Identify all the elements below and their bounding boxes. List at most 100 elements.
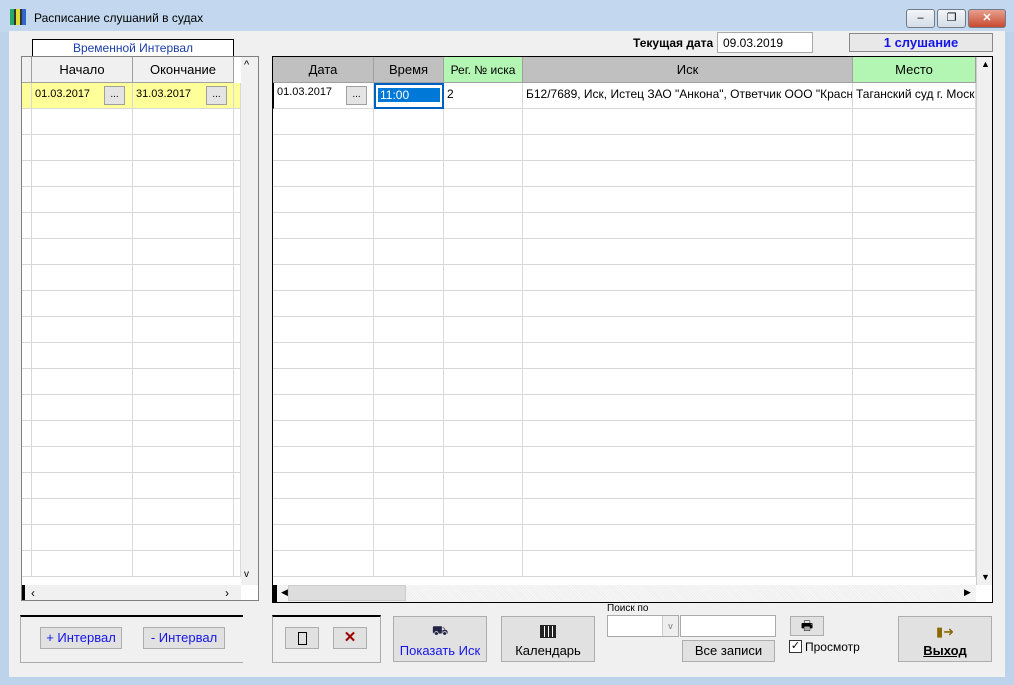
row-indicator[interactable] xyxy=(22,447,32,473)
col-date-header[interactable]: Дата xyxy=(273,57,374,83)
cell-place[interactable] xyxy=(853,421,976,447)
cell-place[interactable] xyxy=(853,551,976,577)
cell-regno[interactable] xyxy=(444,525,523,551)
interval-start-cell[interactable] xyxy=(32,213,133,239)
cell-date[interactable] xyxy=(273,239,374,265)
cell-regno[interactable] xyxy=(444,135,523,161)
cell-time[interactable] xyxy=(374,135,444,161)
cell-date[interactable] xyxy=(273,447,374,473)
interval-end-cell[interactable] xyxy=(133,265,234,291)
hearings-vscrollbar[interactable]: ▲ ▼ xyxy=(976,57,992,585)
cell-regno[interactable] xyxy=(444,395,523,421)
interval-end-cell[interactable] xyxy=(133,395,234,421)
cell-time[interactable] xyxy=(374,239,444,265)
interval-end-cell[interactable] xyxy=(133,291,234,317)
cell-place[interactable] xyxy=(853,187,976,213)
cell-regno[interactable] xyxy=(444,473,523,499)
cell-regno[interactable] xyxy=(444,343,523,369)
minimize-button[interactable]: – xyxy=(906,9,935,28)
cell-regno[interactable] xyxy=(444,499,523,525)
interval-end-cell[interactable] xyxy=(133,473,234,499)
cell-place[interactable] xyxy=(853,499,976,525)
cell-time[interactable] xyxy=(374,499,444,525)
cell-regno[interactable] xyxy=(444,213,523,239)
interval-end-cell[interactable] xyxy=(133,369,234,395)
cell-date[interactable] xyxy=(273,135,374,161)
scroll-left-icon[interactable]: ‹ xyxy=(31,586,35,600)
interval-vscrollbar[interactable]: ^ v xyxy=(241,57,258,585)
interval-start-cell[interactable] xyxy=(32,499,133,525)
search-input[interactable] xyxy=(680,615,776,637)
cell-date[interactable] xyxy=(273,551,374,577)
cell-claim[interactable]: Б12/7689, Иск, Истец ЗАО "Анкона", Ответ… xyxy=(523,83,853,109)
cell-regno[interactable] xyxy=(444,239,523,265)
cell-time[interactable] xyxy=(374,369,444,395)
cell-date[interactable] xyxy=(273,395,374,421)
cell-date[interactable] xyxy=(273,499,374,525)
row-indicator[interactable] xyxy=(22,213,32,239)
interval-start-cell[interactable] xyxy=(32,343,133,369)
cell-claim[interactable] xyxy=(523,213,853,239)
interval-start-cell[interactable] xyxy=(32,187,133,213)
cell-time[interactable] xyxy=(374,109,444,135)
interval-end-cell[interactable] xyxy=(133,135,234,161)
hscroll-thumb[interactable] xyxy=(288,585,406,601)
add-interval-button[interactable]: + Интервал xyxy=(40,627,122,649)
cell-date[interactable] xyxy=(273,187,374,213)
cell-time[interactable] xyxy=(374,551,444,577)
cell-date[interactable] xyxy=(273,161,374,187)
cell-date[interactable] xyxy=(273,213,374,239)
interval-hscrollbar[interactable]: ‹ › xyxy=(22,585,241,600)
cell-place[interactable]: Таганский суд г. Москвы xyxy=(853,83,976,109)
interval-end-cell[interactable] xyxy=(133,187,234,213)
cell-time[interactable] xyxy=(374,447,444,473)
remove-interval-button[interactable]: - Интервал xyxy=(143,627,225,649)
row-indicator[interactable] xyxy=(22,499,32,525)
cell-regno[interactable] xyxy=(444,187,523,213)
interval-end-cell[interactable] xyxy=(133,213,234,239)
cell-regno[interactable] xyxy=(444,317,523,343)
cell-claim[interactable] xyxy=(523,473,853,499)
row-indicator[interactable] xyxy=(22,395,32,421)
cell-claim[interactable] xyxy=(523,525,853,551)
col-end-header[interactable]: Окончание xyxy=(133,57,234,83)
row-indicator[interactable] xyxy=(22,265,32,291)
interval-start-cell[interactable] xyxy=(32,161,133,187)
cell-place[interactable] xyxy=(853,395,976,421)
cell-place[interactable] xyxy=(853,265,976,291)
cell-time[interactable] xyxy=(374,343,444,369)
cell-date[interactable] xyxy=(273,473,374,499)
row-indicator[interactable] xyxy=(22,551,32,577)
interval-end-cell[interactable] xyxy=(133,343,234,369)
scroll-down-icon[interactable]: ▼ xyxy=(981,572,990,582)
date-picker-button[interactable]: ... xyxy=(346,86,367,105)
time-edit-value[interactable]: 11:00 xyxy=(378,88,440,102)
cell-claim[interactable] xyxy=(523,135,853,161)
interval-start-cell[interactable] xyxy=(32,369,133,395)
search-field-select[interactable]: v xyxy=(607,615,679,637)
scroll-right-icon[interactable]: ▶ xyxy=(964,587,971,598)
cell-claim[interactable] xyxy=(523,109,853,135)
cell-date[interactable] xyxy=(273,369,374,395)
hearings-hscrollbar[interactable]: ◀ ▶ xyxy=(273,585,976,602)
cell-date[interactable] xyxy=(273,265,374,291)
interval-end-cell[interactable] xyxy=(133,551,234,577)
cell-date[interactable] xyxy=(273,421,374,447)
current-date-field[interactable]: 09.03.2019 xyxy=(717,32,813,53)
cell-place[interactable] xyxy=(853,239,976,265)
end-date-picker-button[interactable]: ... xyxy=(206,86,227,105)
interval-start-cell[interactable] xyxy=(32,135,133,161)
interval-end-cell[interactable] xyxy=(133,239,234,265)
interval-start-cell[interactable] xyxy=(32,109,133,135)
cell-place[interactable] xyxy=(853,161,976,187)
cell-regno[interactable] xyxy=(444,421,523,447)
interval-start-cell[interactable] xyxy=(32,473,133,499)
cell-claim[interactable] xyxy=(523,291,853,317)
interval-start-cell[interactable] xyxy=(32,551,133,577)
col-time-header[interactable]: Время xyxy=(374,57,444,83)
cell-claim[interactable] xyxy=(523,395,853,421)
cell-regno[interactable] xyxy=(444,109,523,135)
cell-time[interactable] xyxy=(374,187,444,213)
row-indicator[interactable] xyxy=(22,291,32,317)
cell-place[interactable] xyxy=(853,135,976,161)
